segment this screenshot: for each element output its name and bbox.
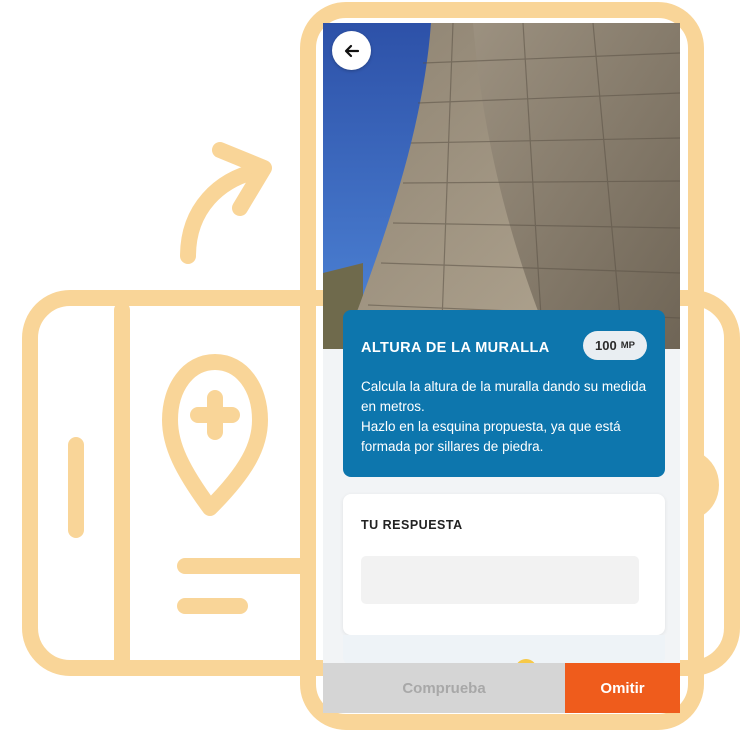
- challenge-description: Calcula la altura de la muralla dando su…: [361, 379, 647, 454]
- arrow-left-icon: [344, 44, 359, 57]
- answer-card: TU RESPUESTA: [343, 494, 665, 635]
- hint-strip: [343, 635, 665, 681]
- challenge-card: ALTURA DE LA MURALLA 100 MP Calcula la a…: [343, 310, 665, 477]
- back-button[interactable]: [332, 31, 371, 70]
- points-unit: MP: [620, 340, 635, 351]
- phone-screen: ALTURA DE LA MURALLA 100 MP Calcula la a…: [323, 23, 680, 713]
- check-button[interactable]: Comprueba: [323, 663, 565, 713]
- answer-label: TU RESPUESTA: [361, 518, 463, 532]
- action-bar: Comprueba Omitir: [323, 663, 680, 713]
- hero-image: [323, 23, 680, 349]
- castle-wall-photo: [323, 23, 680, 349]
- skip-button[interactable]: Omitir: [565, 663, 680, 713]
- points-badge: 100 MP: [583, 331, 647, 360]
- points-value: 100: [595, 338, 617, 353]
- answer-input[interactable]: [361, 556, 639, 604]
